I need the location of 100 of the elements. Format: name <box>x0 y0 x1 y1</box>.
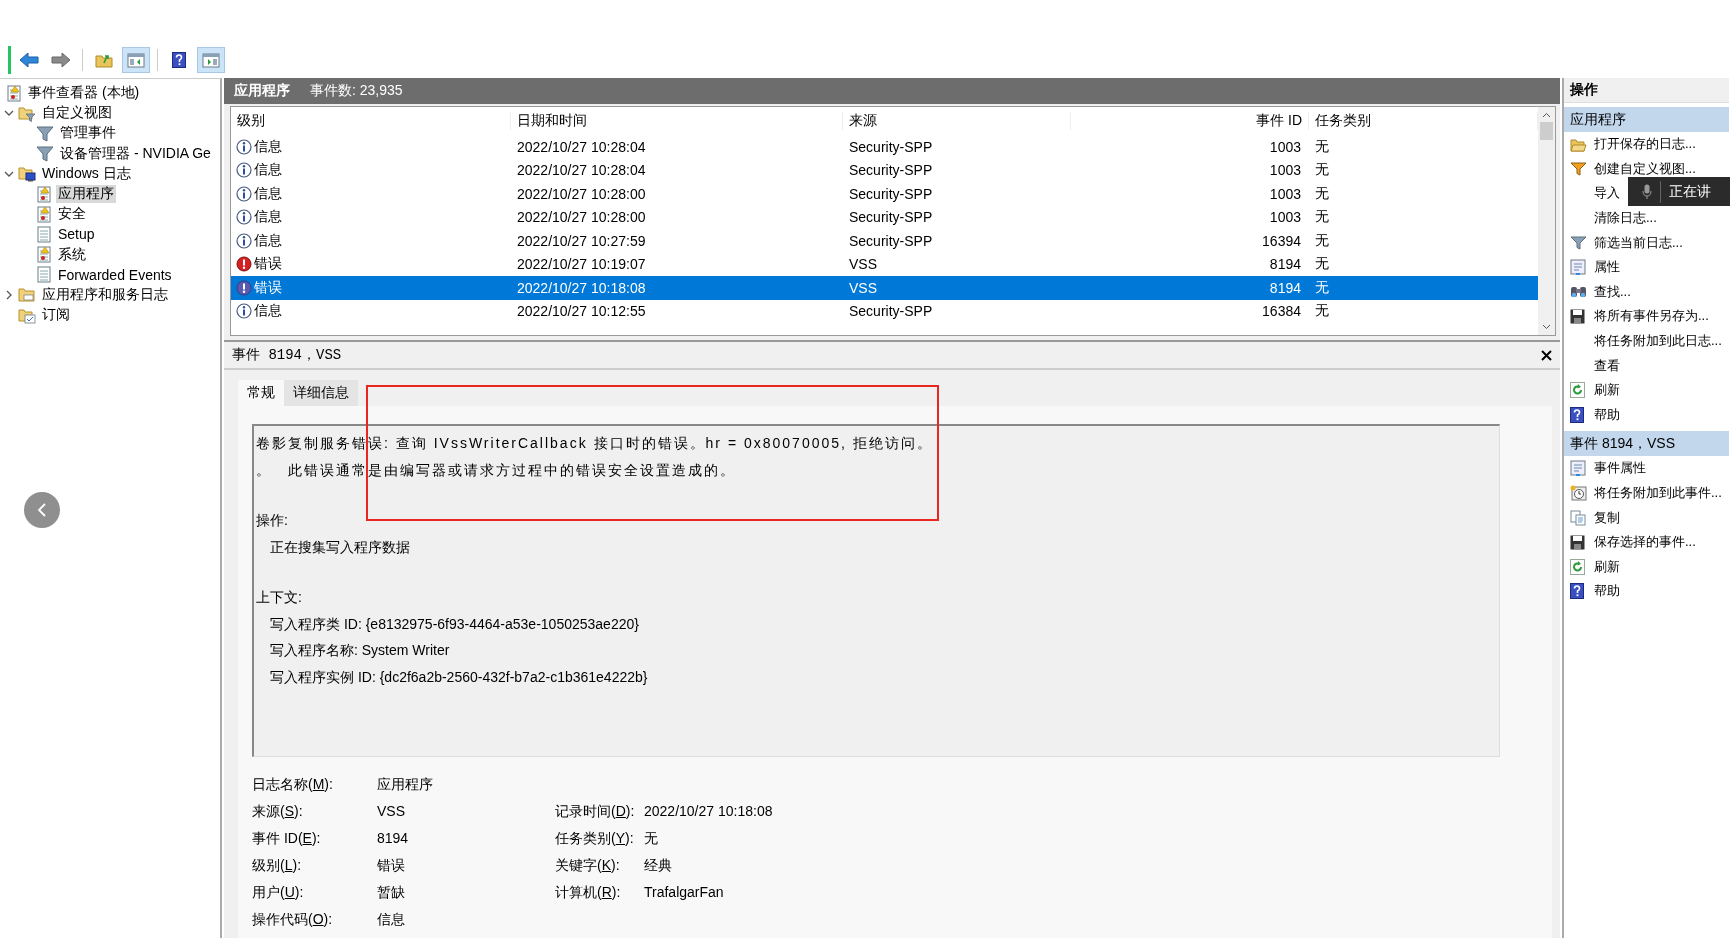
filter-icon <box>36 145 54 163</box>
event-row[interactable]: 错误 2022/10/27 10:19:07 VSS 8194 无 <box>231 252 1538 276</box>
table-cell: 错误 <box>254 278 282 297</box>
panel-icon[interactable] <box>202 52 220 68</box>
event-row[interactable]: 信息 2022/10/27 10:27:59 Security-SPP 16394 无 <box>231 229 1538 253</box>
field-label: 级别(L): <box>252 856 303 875</box>
table-cell-text: 无 <box>1314 255 1330 274</box>
table-cell-text: 8194 <box>1268 279 1302 296</box>
scroll-up-icon[interactable] <box>1542 111 1551 120</box>
field-value: 信息 <box>377 910 406 929</box>
table-cell: 信息 <box>254 302 282 321</box>
tree-item[interactable]: 自定义视图 <box>40 104 114 123</box>
tree-item[interactable]: 应用程序 <box>56 185 116 204</box>
log-icon <box>36 266 52 284</box>
action-item[interactable]: 属性 <box>1564 254 1620 280</box>
scrollbar-thumb[interactable] <box>1540 122 1553 140</box>
chevron-right-icon[interactable] <box>4 289 14 300</box>
help-icon[interactable] <box>172 52 186 68</box>
actions-section-header[interactable]: 应用程序 <box>1564 107 1729 132</box>
table-cell-text: 无 <box>1314 208 1330 227</box>
event-row[interactable]: 错误 2022/10/27 10:18:08 VSS 8194 无 <box>231 276 1538 300</box>
action-item[interactable]: 将所有事件另存为... <box>1564 304 1709 329</box>
table-cell-text: 2022/10/27 10:28:00 <box>516 185 647 202</box>
back-arrow-icon[interactable] <box>19 52 39 68</box>
tree-item[interactable]: Windows 日志 <box>40 164 133 183</box>
back-button[interactable] <box>24 492 60 528</box>
table-cell-text: Security-SPP <box>848 185 934 202</box>
folder-icon <box>18 286 36 304</box>
column-header[interactable]: 来源 <box>843 112 1071 130</box>
event-row[interactable]: 信息 2022/10/27 10:12:55 Security-SPP 16384 无 <box>231 299 1538 323</box>
scrollbar[interactable] <box>1538 107 1555 335</box>
table-cell: 信息 <box>254 231 282 250</box>
tab[interactable]: 详细信息 <box>284 380 358 406</box>
field-label: 操作代码(O): <box>252 910 334 929</box>
field-value: 8194 <box>377 829 410 848</box>
action-item[interactable]: 打开保存的日志... <box>1564 132 1696 157</box>
table-cell-text: 无 <box>1314 278 1330 297</box>
forward-arrow-icon[interactable] <box>51 52 71 68</box>
log-icon <box>36 225 52 243</box>
info-icon <box>236 232 252 249</box>
action-item[interactable]: 创建自定义视图... <box>1564 156 1696 182</box>
action-item[interactable]: 导入 <box>1564 181 1620 206</box>
tree-item[interactable]: 事件查看器 (本地) <box>26 84 142 103</box>
field-label: 记录时间(D): <box>555 802 636 821</box>
field-value: 经典 <box>644 856 673 875</box>
filter-icon <box>36 124 54 142</box>
table-cell-text: 无 <box>1314 161 1330 180</box>
action-item[interactable]: 查找... <box>1564 279 1631 305</box>
tree-item[interactable]: Forwarded Events <box>56 266 174 283</box>
action-item[interactable]: 复制 <box>1564 505 1620 530</box>
close-icon[interactable] <box>1541 349 1552 361</box>
column-header[interactable]: 级别 <box>231 112 511 130</box>
info-icon <box>236 303 252 320</box>
folder-computer-icon <box>18 165 36 183</box>
event-row[interactable]: 信息 2022/10/27 10:28:00 Security-SPP 1003 无 <box>231 182 1538 206</box>
tree-item[interactable]: Setup <box>56 226 97 243</box>
table-cell-text: 1003 <box>1268 162 1302 179</box>
action-item[interactable]: 将任务附加到此事件... <box>1564 480 1722 506</box>
panel-icon[interactable] <box>127 52 145 68</box>
table-cell-text: 1003 <box>1268 209 1302 226</box>
event-row[interactable]: 信息 2022/10/27 10:28:04 Security-SPP 1003 无 <box>231 158 1538 182</box>
action-item[interactable]: 筛选当前日志... <box>1564 230 1683 255</box>
action-item[interactable]: 将任务附加到此日志... <box>1564 328 1722 354</box>
tree-item[interactable]: 应用程序和服务日志 <box>40 285 170 304</box>
tab[interactable]: 常规 <box>238 380 284 406</box>
event-log-icon <box>6 84 22 102</box>
table-cell-text: Security-SPP <box>848 162 934 179</box>
description-line: 写入程序类 ID: {e8132975-6f93-4464-a53e-1050253ae220} <box>269 614 640 634</box>
table-cell: 信息 <box>254 184 282 203</box>
column-header[interactable]: 事件 ID <box>1071 112 1309 130</box>
event-row[interactable]: 信息 2022/10/27 10:28:04 Security-SPP 1003 无 <box>231 135 1538 159</box>
open-folder-icon <box>1570 136 1587 152</box>
action-item[interactable]: 查看 <box>1564 353 1620 378</box>
warning-log-icon <box>36 205 52 223</box>
folder-up-icon[interactable] <box>95 52 113 68</box>
tree-item[interactable]: 安全 <box>56 205 88 224</box>
action-item[interactable]: 刷新 <box>1564 554 1620 580</box>
column-header[interactable]: 日期和时间 <box>511 112 843 130</box>
event-row[interactable]: 信息 2022/10/27 10:28:00 Security-SPP 1003 无 <box>231 205 1538 229</box>
table-cell: 信息 <box>254 137 282 156</box>
action-item[interactable]: 帮助 <box>1564 402 1620 428</box>
field-value: 2022/10/27 10:18:08 <box>644 802 774 821</box>
filter-icon <box>1570 235 1587 251</box>
tree-item[interactable]: 设备管理器 - NVIDIA Ge <box>58 144 213 163</box>
scroll-down-icon[interactable] <box>1542 322 1551 331</box>
table-cell-text: Security-SPP <box>848 232 934 249</box>
action-item[interactable]: 帮助 <box>1564 579 1620 604</box>
action-item[interactable]: 保存选择的事件... <box>1564 529 1696 555</box>
help-icon <box>1570 583 1584 600</box>
action-item[interactable]: 清除日志... <box>1564 205 1657 231</box>
action-item[interactable]: 刷新 <box>1564 377 1620 403</box>
action-item[interactable]: 事件属性 <box>1564 456 1646 481</box>
tree-item[interactable]: 管理事件 <box>58 124 118 143</box>
tree-item[interactable]: 订阅 <box>40 306 72 325</box>
field-value: 无 <box>644 829 659 848</box>
tree-item[interactable]: 系统 <box>56 245 88 264</box>
description-line: 写入程序名称: System Writer <box>269 641 451 660</box>
actions-section-header[interactable]: 事件 8194，VSS <box>1564 431 1729 457</box>
event-count: 事件数: 23,935 <box>310 82 403 100</box>
binoculars-icon <box>1570 284 1587 300</box>
